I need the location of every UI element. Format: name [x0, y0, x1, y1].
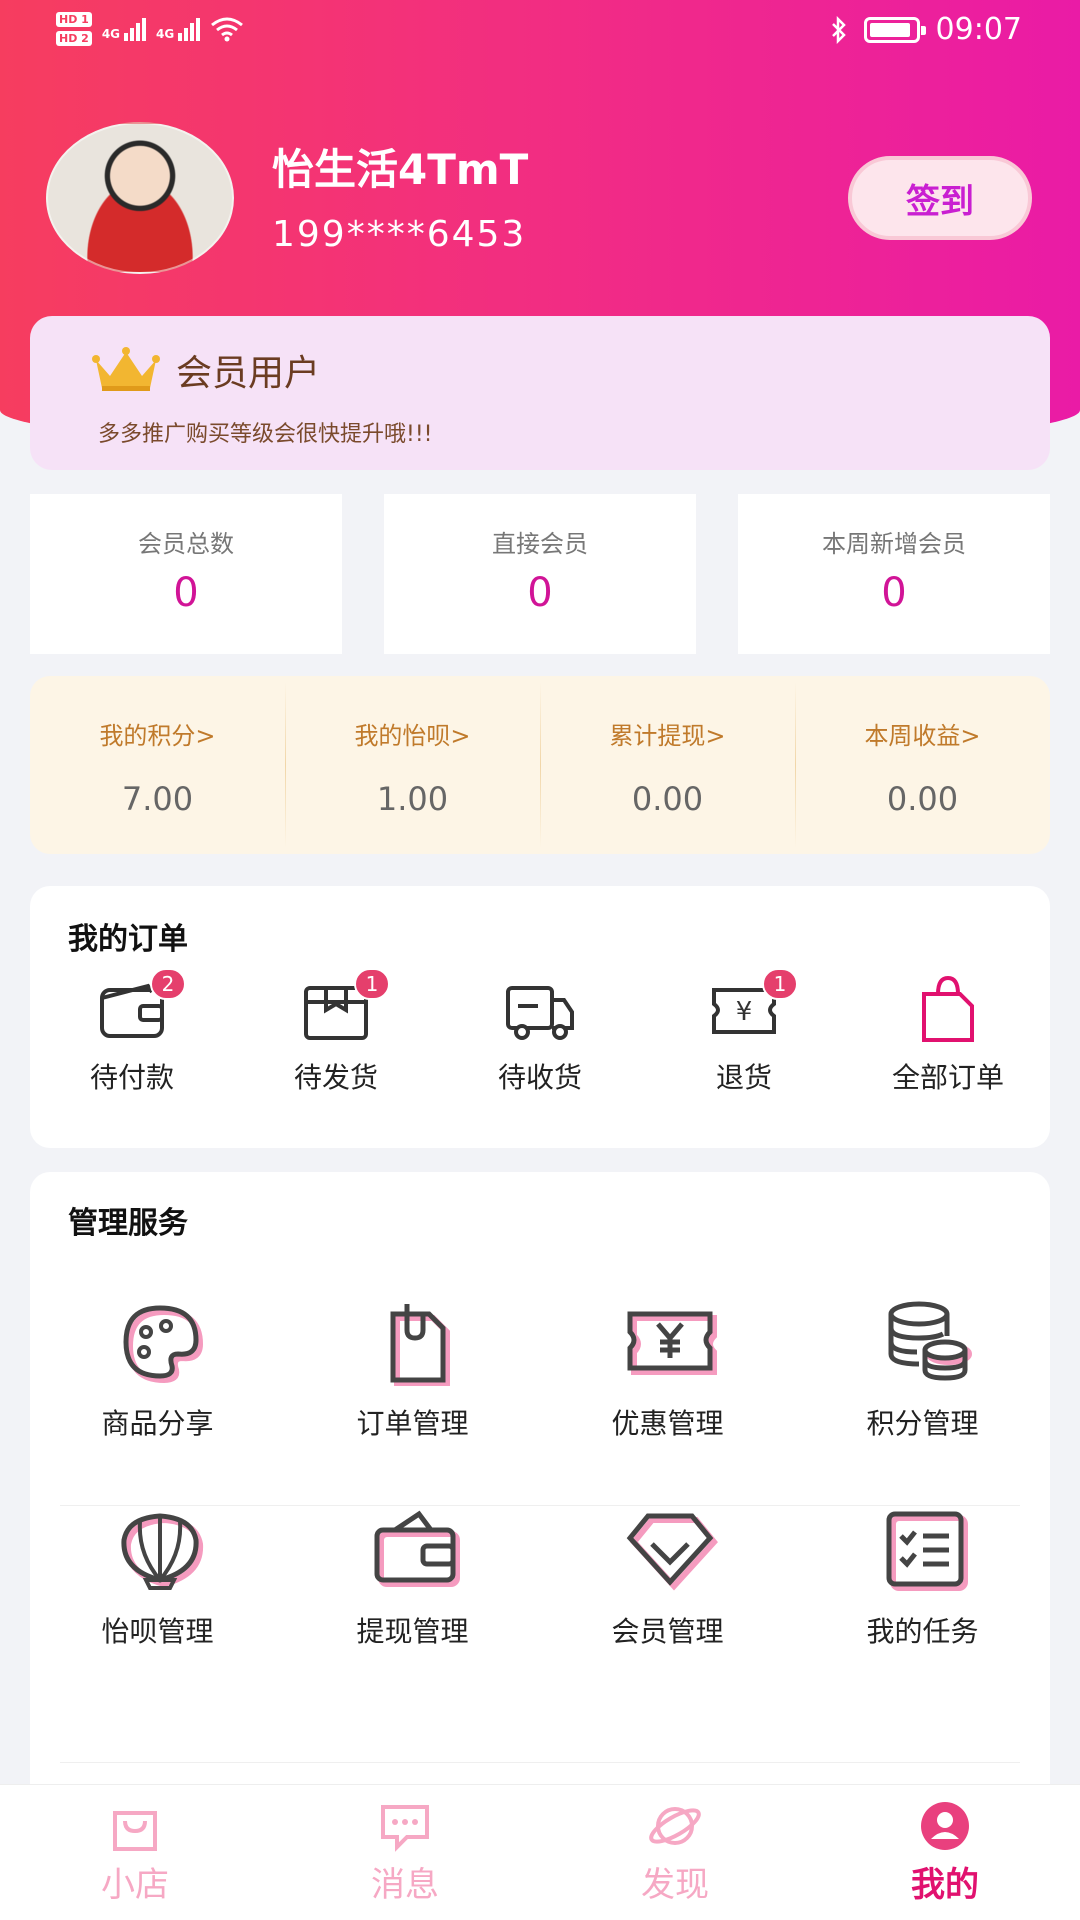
stat-total-members[interactable]: 会员总数 0: [30, 494, 342, 654]
stat-label: 直接会员: [492, 530, 588, 558]
order-refund[interactable]: ¥ 1 退货: [642, 968, 846, 1126]
service-member-management[interactable]: 会员管理: [540, 1504, 795, 1664]
signal-icon: 4G: [102, 17, 147, 41]
shell-icon: [121, 1513, 204, 1590]
tab-label: 我的: [911, 1865, 979, 1905]
earn-points[interactable]: 我的积分> 7.00: [30, 676, 285, 854]
earn-label: 我的积分>: [99, 722, 216, 750]
earn-weekly-income[interactable]: 本周收益> 0.00: [795, 676, 1050, 854]
earn-value: 0.00: [886, 780, 959, 818]
stat-label: 会员总数: [138, 530, 234, 558]
order-badge: 1: [762, 968, 798, 1000]
service-withdraw-management[interactable]: 提现管理: [285, 1504, 540, 1664]
diamond-icon: [626, 1513, 718, 1591]
member-card[interactable]: 会员用户 多多推广购买等级会很快提升哦!!!: [30, 316, 1050, 470]
crown-icon: [92, 347, 160, 391]
earn-value: 0.00: [631, 780, 704, 818]
order-all[interactable]: 全部订单: [846, 976, 1050, 1126]
battery-icon: [863, 16, 926, 43]
shopping-bag-icon: [922, 976, 974, 1042]
signal-icon: 4G: [156, 17, 201, 41]
coins-icon: [888, 1301, 972, 1381]
orders-card: 我的订单 2 待付款 1 待发货 待收货 ¥ 1 退货 全部订单: [30, 886, 1050, 1148]
stat-value: 0: [173, 570, 199, 616]
shop-bag-icon: [113, 1811, 157, 1851]
tab-label: 发现: [641, 1865, 709, 1905]
stat-value: 0: [881, 570, 907, 616]
services-card: 管理服务 商品分享 订单管理 优惠管理 积分管理 怡呗管理 提现管理 会员管理 …: [30, 1172, 1050, 1792]
status-bar: HD 1 HD 2 4G 4G 09:07: [0, 0, 1080, 60]
checkin-button[interactable]: 签到: [848, 156, 1032, 240]
order-badge: 2: [150, 968, 186, 1000]
clipboard-icon: [390, 1304, 450, 1386]
tab-shop[interactable]: 小店: [0, 1785, 270, 1920]
wallet-cash-icon: [374, 1510, 460, 1587]
coupon-icon: [627, 1311, 717, 1375]
orders-title: 我的订单: [68, 922, 188, 957]
wifi-icon: [211, 17, 244, 42]
service-label: 我的任务: [866, 1615, 979, 1648]
stat-value: 0: [527, 570, 553, 616]
svg-text:¥: ¥: [736, 997, 753, 1027]
service-label: 提现管理: [356, 1615, 469, 1648]
hd-badge-2: HD 2: [56, 31, 92, 46]
bottom-tab-bar: 小店 消息 发现 我的: [0, 1784, 1080, 1920]
service-label: 怡呗管理: [101, 1615, 214, 1648]
service-label: 订单管理: [356, 1407, 469, 1440]
tab-mine[interactable]: 我的: [810, 1785, 1080, 1920]
stat-label: 本周新增会员: [822, 530, 966, 558]
order-label: 待付款: [89, 1061, 174, 1094]
order-pending-payment[interactable]: 2 待付款: [30, 968, 234, 1126]
earn-total-withdraw[interactable]: 累计提现> 0.00: [540, 676, 795, 854]
avatar[interactable]: [46, 122, 234, 274]
service-product-share[interactable]: 商品分享: [30, 1296, 285, 1456]
service-order-management[interactable]: 订单管理: [285, 1296, 540, 1456]
hd-badge-1: HD 1: [56, 12, 92, 27]
order-badge: 1: [354, 968, 390, 1000]
user-icon: [921, 1802, 969, 1850]
tab-label: 小店: [101, 1865, 169, 1905]
services-divider: [60, 1762, 1020, 1763]
clock-time: 09:07: [935, 12, 1022, 47]
tab-discover[interactable]: 发现: [540, 1785, 810, 1920]
order-label: 退货: [715, 1061, 772, 1094]
tab-messages[interactable]: 消息: [270, 1785, 540, 1920]
service-coupon-management[interactable]: 优惠管理: [540, 1296, 795, 1456]
service-my-tasks[interactable]: 我的任务: [795, 1504, 1050, 1664]
username: 怡生活4TmT: [272, 145, 529, 194]
service-label: 优惠管理: [611, 1407, 724, 1440]
bluetooth-icon: [831, 15, 846, 44]
phone-number: 199****6453: [272, 214, 527, 255]
earn-yibei[interactable]: 我的怡呗> 1.00: [285, 676, 540, 854]
stat-weekly-new-members[interactable]: 本周新增会员 0: [738, 494, 1050, 654]
tab-label: 消息: [371, 1865, 439, 1905]
order-label: 待发货: [293, 1061, 378, 1094]
truck-icon: [506, 986, 574, 1040]
order-pending-receipt[interactable]: 待收货: [438, 976, 642, 1126]
order-label: 待收货: [497, 1061, 582, 1094]
order-label: 全部订单: [891, 1061, 1004, 1094]
member-title: 会员用户: [176, 353, 321, 394]
member-tip: 多多推广购买等级会很快提升哦!!!: [98, 422, 433, 447]
message-icon: [381, 1805, 429, 1852]
service-label: 商品分享: [101, 1407, 214, 1440]
earn-label: 我的怡呗>: [354, 722, 471, 750]
service-label: 积分管理: [866, 1407, 979, 1440]
palette-icon: [123, 1305, 204, 1384]
earn-value: 1.00: [376, 780, 449, 818]
planet-icon: [649, 1807, 701, 1845]
order-pending-shipment[interactable]: 1 待发货: [234, 968, 438, 1126]
service-label: 会员管理: [611, 1615, 724, 1648]
stat-direct-members[interactable]: 直接会员 0: [384, 494, 696, 654]
task-list-icon: [886, 1511, 968, 1591]
service-points-management[interactable]: 积分管理: [795, 1296, 1050, 1456]
services-title: 管理服务: [68, 1206, 188, 1241]
earn-label: 累计提现>: [609, 722, 726, 750]
earn-value: 7.00: [121, 780, 194, 818]
service-yibei-management[interactable]: 怡呗管理: [30, 1504, 285, 1664]
earn-label: 本周收益>: [864, 722, 981, 750]
earnings-card: 我的积分> 7.00 我的怡呗> 1.00 累计提现> 0.00 本周收益> 0…: [30, 676, 1050, 854]
